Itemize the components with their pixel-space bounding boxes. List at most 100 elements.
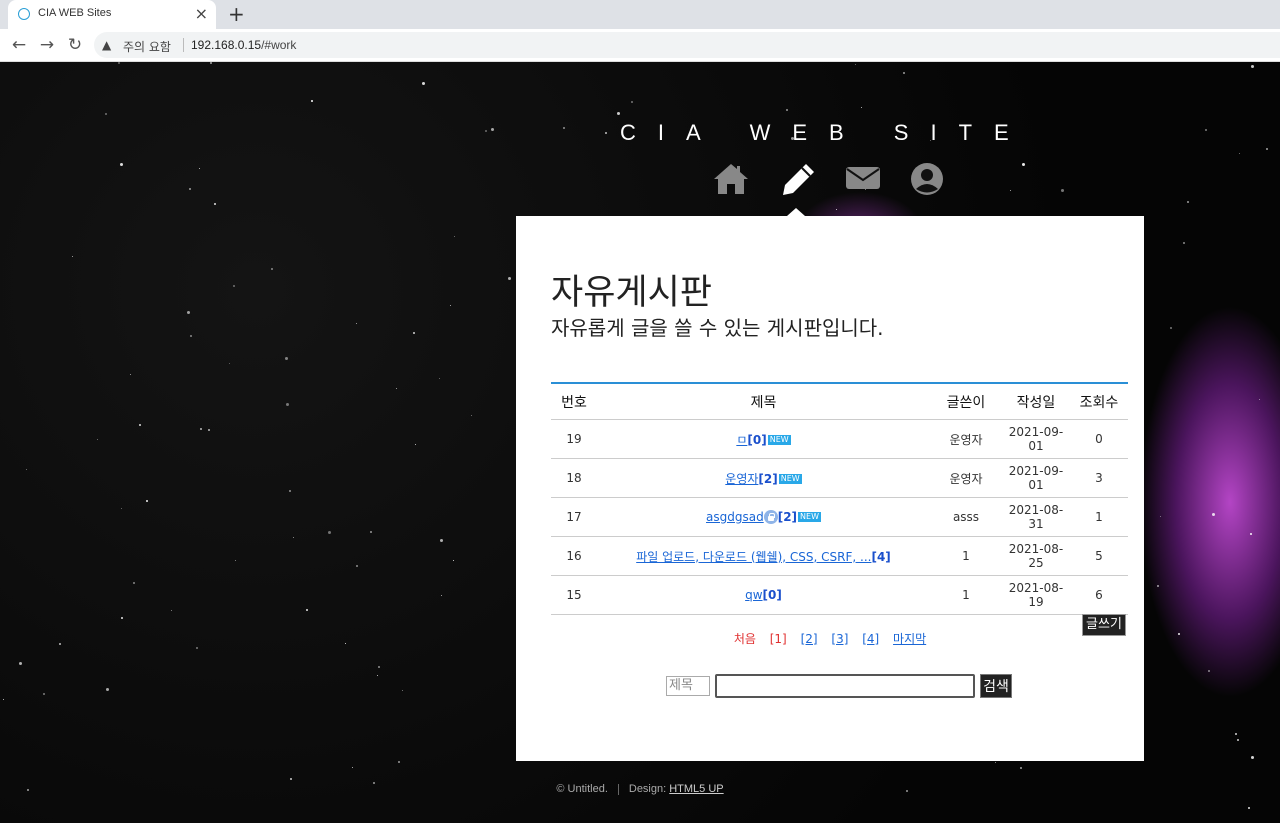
star [120, 163, 123, 166]
star [415, 444, 416, 445]
address-bar[interactable]: ▲ 주의 요함 192.168.0.15/#work [94, 32, 1280, 58]
pager-last[interactable]: 마지막 [893, 632, 926, 646]
footer-divider [617, 783, 619, 795]
star [563, 127, 565, 129]
board-title: 자유게시판 [551, 273, 713, 313]
new-badge: NEW [767, 435, 791, 445]
search-input[interactable] [715, 674, 975, 698]
star [995, 762, 996, 763]
warning-icon[interactable]: ▲ [102, 38, 111, 52]
star [1020, 767, 1022, 769]
star [3, 699, 4, 700]
star [121, 508, 122, 509]
lock-icon [763, 510, 778, 525]
star [1061, 189, 1064, 192]
post-link[interactable]: 파일 업로드, 다운로드 (웹쉘), CSS, CSRF, ... [636, 550, 871, 564]
star [454, 236, 455, 237]
star [631, 101, 633, 103]
star [1235, 733, 1237, 735]
star [1160, 516, 1161, 517]
pager-page[interactable]: [4] [862, 632, 879, 646]
search-field-select[interactable]: 제목 [666, 676, 710, 696]
cell-num: 17 [551, 497, 597, 537]
cell-date: 2021-09-01 [1002, 458, 1070, 498]
star [617, 112, 620, 115]
site-title: CIA WEB SITE [620, 120, 1031, 145]
star [290, 778, 292, 780]
globe-icon [18, 8, 30, 20]
header-date: 작성일 [1002, 383, 1070, 420]
star [106, 688, 109, 691]
pager-first[interactable]: 처음 [734, 632, 756, 646]
envelope-icon[interactable] [845, 162, 881, 192]
star [1205, 129, 1207, 131]
star [903, 72, 905, 74]
star [485, 130, 487, 132]
star [1248, 807, 1250, 809]
star [286, 403, 289, 406]
star [1178, 633, 1180, 635]
cell-writer: asss [930, 497, 1002, 537]
star [471, 415, 472, 416]
cell-views: 6 [1070, 575, 1128, 615]
star [311, 100, 313, 102]
user-icon[interactable] [910, 162, 944, 196]
header-num: 번호 [551, 383, 597, 420]
header-views: 조회수 [1070, 383, 1128, 420]
cell-views: 5 [1070, 536, 1128, 576]
header-subject: 제목 [597, 383, 930, 420]
pencil-icon[interactable] [780, 162, 816, 198]
comment-count: [2] [777, 509, 798, 524]
cell-writer: 1 [930, 575, 1002, 615]
security-label[interactable]: 주의 요함 [123, 38, 171, 55]
post-link[interactable]: qw [745, 588, 762, 602]
table-row: 16 파일 업로드, 다운로드 (웹쉘), CSS, CSRF, ...[4] … [551, 536, 1128, 576]
footer: © Untitled. Design: HTML5 UP [0, 783, 1280, 795]
table-row: 19 ㅁ[0] NEW 운영자 2021-09-01 0 [551, 419, 1128, 459]
home-icon[interactable] [712, 162, 750, 196]
design-link[interactable]: HTML5 UP [669, 783, 723, 795]
star [450, 305, 451, 306]
star [190, 335, 192, 337]
star [1183, 242, 1185, 244]
url-text[interactable]: 192.168.0.15/#work [191, 38, 296, 52]
star [370, 531, 372, 533]
cell-writer: 운영자 [930, 458, 1002, 498]
cell-num: 18 [551, 458, 597, 498]
star [855, 64, 856, 65]
browser-toolbar: ← → ↻ ▲ 주의 요함 192.168.0.15/#work [0, 29, 1280, 62]
pager-page[interactable]: [3] [831, 632, 848, 646]
post-link[interactable]: 운영자 [725, 472, 758, 486]
pager-page[interactable]: [2] [801, 632, 818, 646]
post-link[interactable]: ㅁ [736, 433, 747, 447]
browser-tab[interactable]: CIA WEB Sites × [8, 0, 216, 29]
table-row: 18 운영자[2] NEW 운영자 2021-09-01 3 [551, 458, 1128, 498]
forward-button[interactable]: → [36, 34, 58, 56]
star [130, 374, 131, 375]
back-button[interactable]: ← [8, 34, 30, 56]
cell-views: 1 [1070, 497, 1128, 537]
close-tab-icon[interactable]: × [195, 4, 208, 24]
header-writer: 글쓴이 [930, 383, 1002, 420]
star [439, 378, 440, 379]
board-panel: 자유게시판 자유롭게 글을 쓸 수 있는 게시판입니다. 번호 제목 글쓴이 작… [516, 216, 1144, 761]
star [118, 62, 120, 64]
star [26, 469, 27, 470]
post-link[interactable]: asgdgsad [706, 510, 764, 524]
comment-count: [0] [747, 432, 767, 447]
star [235, 560, 236, 561]
star [97, 439, 98, 440]
active-nav-indicator [787, 208, 805, 216]
search-button[interactable]: 검색 [980, 674, 1012, 698]
star [1266, 148, 1268, 150]
star [208, 429, 210, 431]
reload-button[interactable]: ↻ [64, 34, 86, 56]
cell-views: 0 [1070, 419, 1128, 459]
new-badge: NEW [778, 474, 802, 484]
star [1237, 739, 1239, 741]
new-tab-button[interactable]: + [228, 2, 245, 26]
star [199, 168, 200, 169]
cell-subject: asgdgsad [2] NEW [597, 497, 930, 537]
star [1170, 327, 1172, 329]
star [285, 357, 288, 360]
